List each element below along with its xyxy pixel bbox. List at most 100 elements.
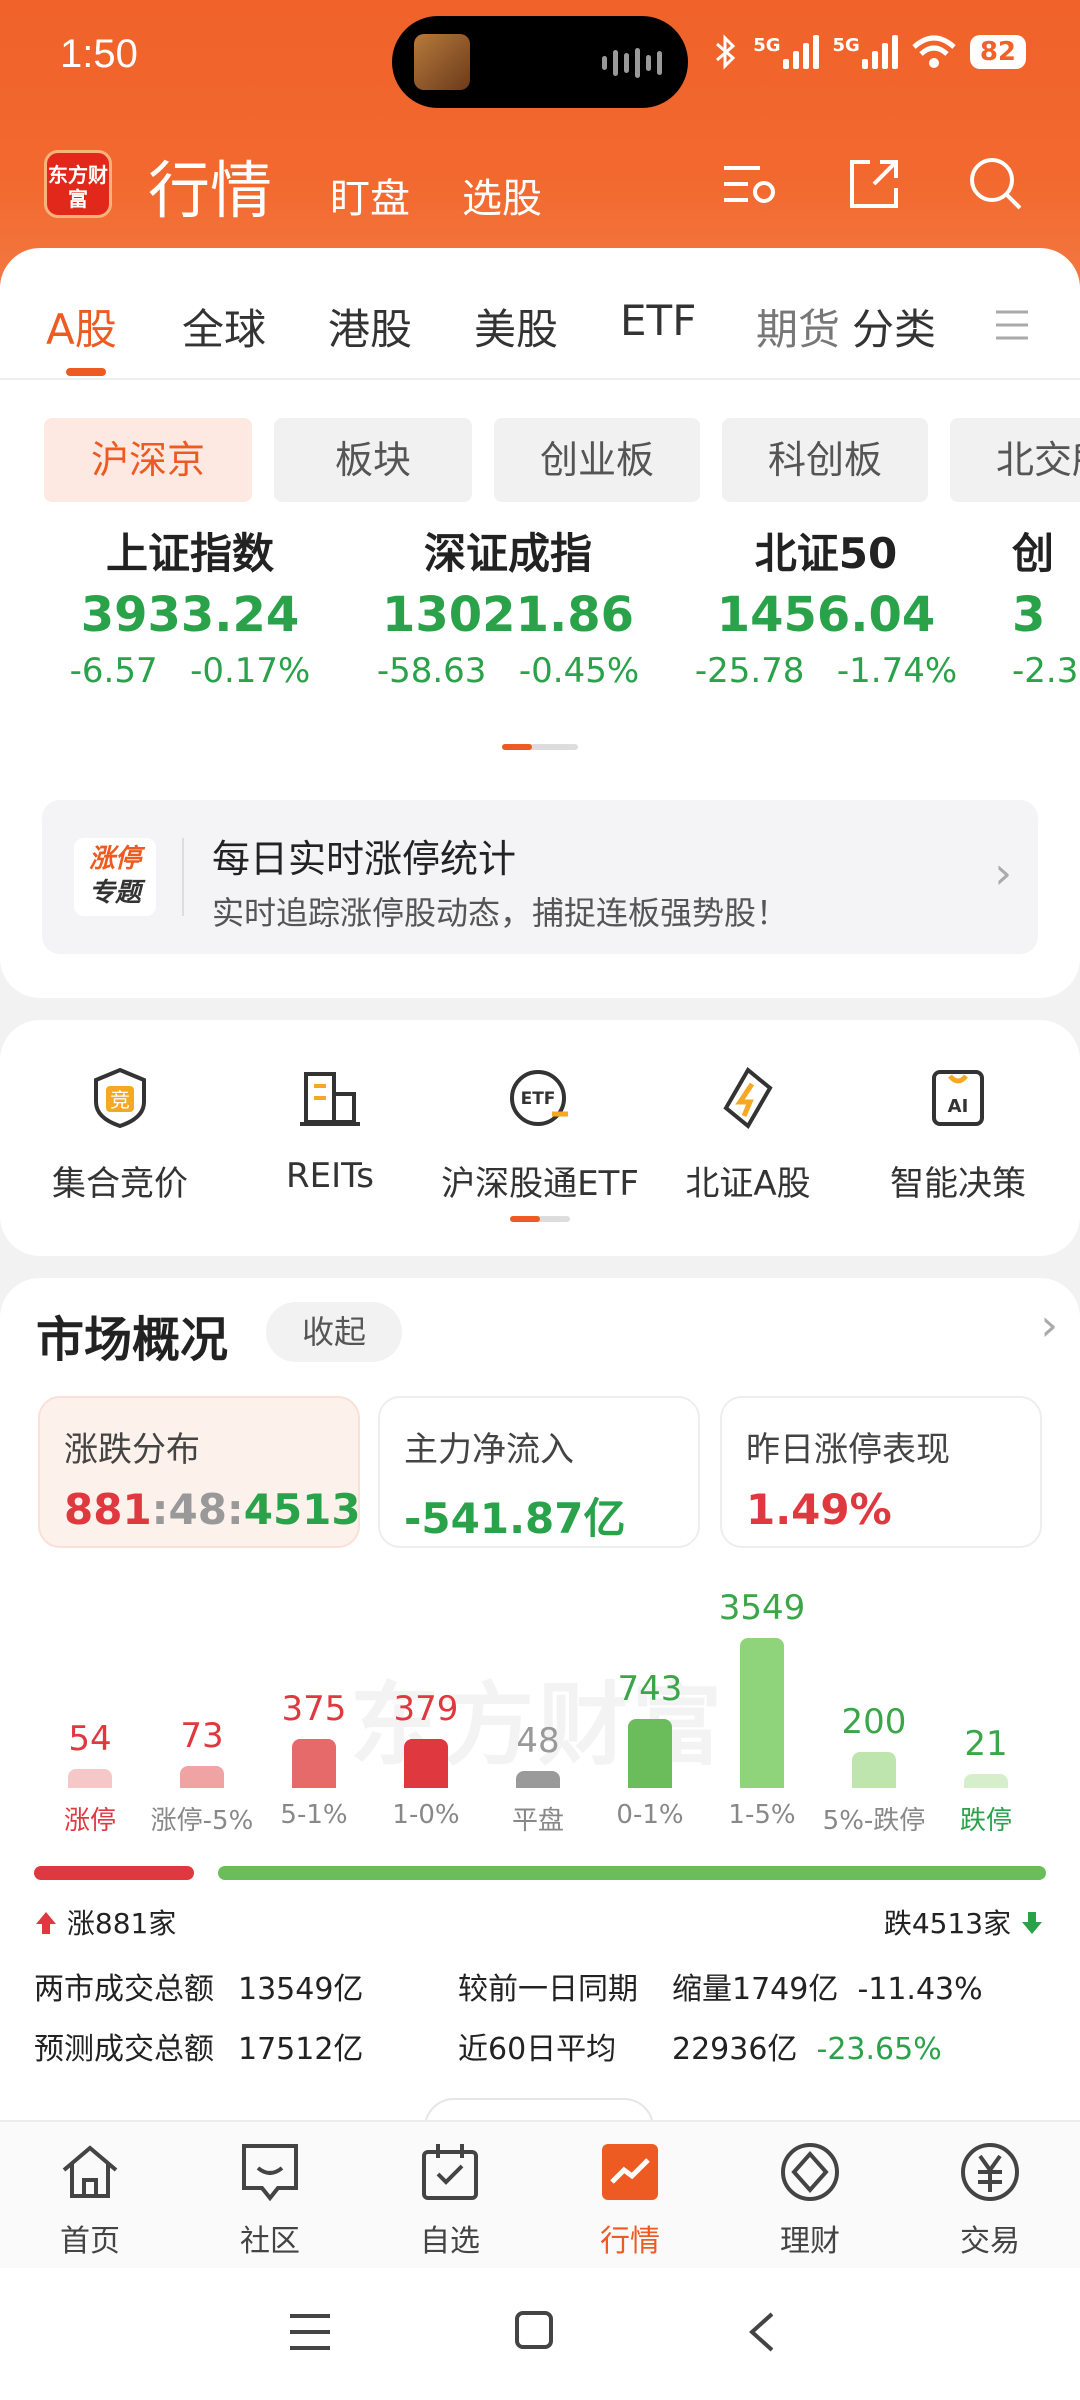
avg-60d-label: 近60日平均 <box>458 2032 617 2067</box>
tab-etf[interactable]: ETF <box>620 296 696 345</box>
chart-value-label: 73 <box>180 1716 224 1757</box>
tab-us[interactable]: 美股 <box>474 296 558 357</box>
chart-bar <box>404 1738 448 1788</box>
chart-bar <box>964 1774 1008 1788</box>
forecast-turnover-label: 预测成交总额 <box>34 2032 214 2067</box>
promo-subtitle: 实时追踪涨停股动态，捕捉连板强势股！ <box>212 894 789 932</box>
index-change: -25.78 -1.74% <box>694 651 958 691</box>
total-turnover-value: 13549亿 <box>238 1972 364 2007</box>
media-thumbnail <box>414 34 470 90</box>
watchlist-icon <box>422 2144 478 2200</box>
settings-list-icon[interactable] <box>720 154 780 214</box>
chart-bar <box>292 1739 336 1788</box>
market-icon <box>602 2144 658 2200</box>
bse-icon <box>723 1066 773 1130</box>
tabbar-trade[interactable]: 交易 <box>930 2140 1050 2260</box>
tool-reits[interactable]: REITs <box>230 1066 430 1196</box>
index-card[interactable]: 上证指数 3933.24 -6.57 -0.17% <box>40 520 340 691</box>
signal-5g-icon: 5G <box>833 35 898 69</box>
menu-icon[interactable] <box>994 308 1030 342</box>
index-value: 13021.86 <box>381 587 635 643</box>
chevron-right-icon: › <box>994 848 1012 899</box>
tabbar-watchlist[interactable]: 自选 <box>390 2140 510 2260</box>
forecast-turnover-value: 17512亿 <box>238 2032 364 2067</box>
chip-shsz[interactable]: 沪深京 <box>44 418 252 502</box>
chart-category-label: 涨停 <box>63 1806 116 1836</box>
search-icon[interactable] <box>966 154 1026 214</box>
tabbar-finance[interactable]: 理财 <box>750 2140 870 2260</box>
chart-category-label: 0-1% <box>616 1800 684 1830</box>
home-button-icon[interactable] <box>514 2310 554 2350</box>
tab-watch[interactable]: 盯盘 <box>330 166 410 224</box>
index-change: -58.63 -0.45% <box>376 651 640 691</box>
chart-value-label: 48 <box>516 1720 560 1761</box>
tool-connect-etf[interactable]: ETF 沪深股通ETF <box>440 1066 640 1205</box>
chart-bar <box>628 1719 672 1788</box>
pager-indicator <box>502 744 532 750</box>
fall-count: 跌4513家 <box>884 1902 1044 1942</box>
dynamic-island[interactable] <box>392 16 688 108</box>
arrow-up-icon <box>36 1912 56 1934</box>
chip-sector[interactable]: 板块 <box>274 418 472 502</box>
chip-star[interactable]: 科创板 <box>722 418 928 502</box>
tab-category[interactable]: 分类 <box>852 296 936 357</box>
main-net-inflow-box[interactable]: 主力净流入 -541.87亿 <box>378 1396 700 1548</box>
chip-bse[interactable]: 北交所 <box>950 418 1080 502</box>
chart-category-label: 平盘 <box>511 1806 564 1836</box>
app-logo[interactable]: 东方财富 <box>44 150 112 218</box>
tab-hk[interactable]: 港股 <box>328 296 412 357</box>
battery-icon: 82 <box>969 35 1026 69</box>
market-overview-card: 市场概况 收起 › 涨跌分布 881:48:4513 主力净流入 -541.87… <box>0 1278 1080 2178</box>
market-tabs: A股 全球 港股 美股 ETF 期货 分类 <box>0 248 1080 378</box>
box-label: 涨跌分布 <box>64 1430 200 1470</box>
tool-bse-a[interactable]: 北证A股 <box>648 1066 848 1205</box>
audio-wave-icon <box>602 46 662 80</box>
index-card[interactable]: 深证成指 13021.86 -58.63 -0.45% <box>358 520 658 691</box>
back-icon[interactable] <box>746 2310 776 2354</box>
chart-category-label: 涨停-5% <box>150 1806 254 1836</box>
share-icon[interactable] <box>844 154 904 214</box>
tabbar-market[interactable]: 行情 <box>570 2140 690 2260</box>
tabbar-home[interactable]: 首页 <box>30 2140 150 2260</box>
box-value: 881:48:4513 <box>64 1485 361 1534</box>
box-label: 昨日涨停表现 <box>746 1430 950 1470</box>
index-card[interactable]: 北证50 1456.04 -25.78 -1.74% <box>676 520 976 691</box>
total-turnover-label: 两市成交总额 <box>34 1972 214 2007</box>
promo-title: 每日实时涨停统计 <box>212 837 517 881</box>
divider <box>0 378 1080 380</box>
chart-category-label: 1-5% <box>728 1800 796 1830</box>
recent-apps-icon[interactable] <box>288 2312 332 2352</box>
community-icon <box>242 2144 298 2202</box>
chart-bar <box>180 1766 224 1788</box>
tool-auction[interactable]: 竞 集合竞价 <box>20 1066 220 1205</box>
chevron-right-icon[interactable]: › <box>1040 1300 1058 1351</box>
box-value: 1.49% <box>746 1485 892 1534</box>
tool-ai-decision[interactable]: AI 智能决策 <box>858 1066 1058 1205</box>
status-time: 1:50 <box>60 32 138 76</box>
wifi-icon <box>912 35 956 68</box>
yesterday-limit-up-box[interactable]: 昨日涨停表现 1.49% <box>720 1396 1042 1548</box>
index-card[interactable]: 创 3 -2.3 <box>1012 520 1080 691</box>
tool-label: 智能决策 <box>890 1164 1026 1204</box>
tab-a-share[interactable]: A股 <box>46 296 117 357</box>
chart-value-label: 379 <box>393 1688 459 1729</box>
box-value: -541.87亿 <box>404 1494 626 1543</box>
ai-icon: AI <box>932 1070 984 1126</box>
chart-value-label: 54 <box>68 1719 112 1760</box>
collapse-button[interactable]: 收起 <box>266 1302 402 1362</box>
rise-fall-distribution-box[interactable]: 涨跌分布 881:48:4513 <box>38 1396 361 1548</box>
index-name: 北证50 <box>754 529 898 578</box>
system-nav-bar <box>0 2268 1080 2400</box>
index-name: 创 <box>1012 529 1055 578</box>
divider <box>182 838 184 916</box>
tabbar-community[interactable]: 社区 <box>210 2140 330 2260</box>
chart-category-label: 5%-跌停 <box>822 1806 926 1836</box>
index-value: 3 <box>1012 587 1046 643</box>
tab-global[interactable]: 全球 <box>182 296 266 357</box>
chip-chinext[interactable]: 创业板 <box>494 418 700 502</box>
tab-stock-picker[interactable]: 选股 <box>462 166 542 224</box>
tab-futures[interactable]: 期货 <box>756 296 840 357</box>
limit-up-promo[interactable]: 涨停 专题 每日实时涨停统计 实时追踪涨停股动态，捕捉连板强势股！ › <box>42 800 1038 954</box>
bluetooth-icon <box>716 34 736 70</box>
top-nav: 东方财富 行情 盯盘 选股 <box>44 140 1044 230</box>
